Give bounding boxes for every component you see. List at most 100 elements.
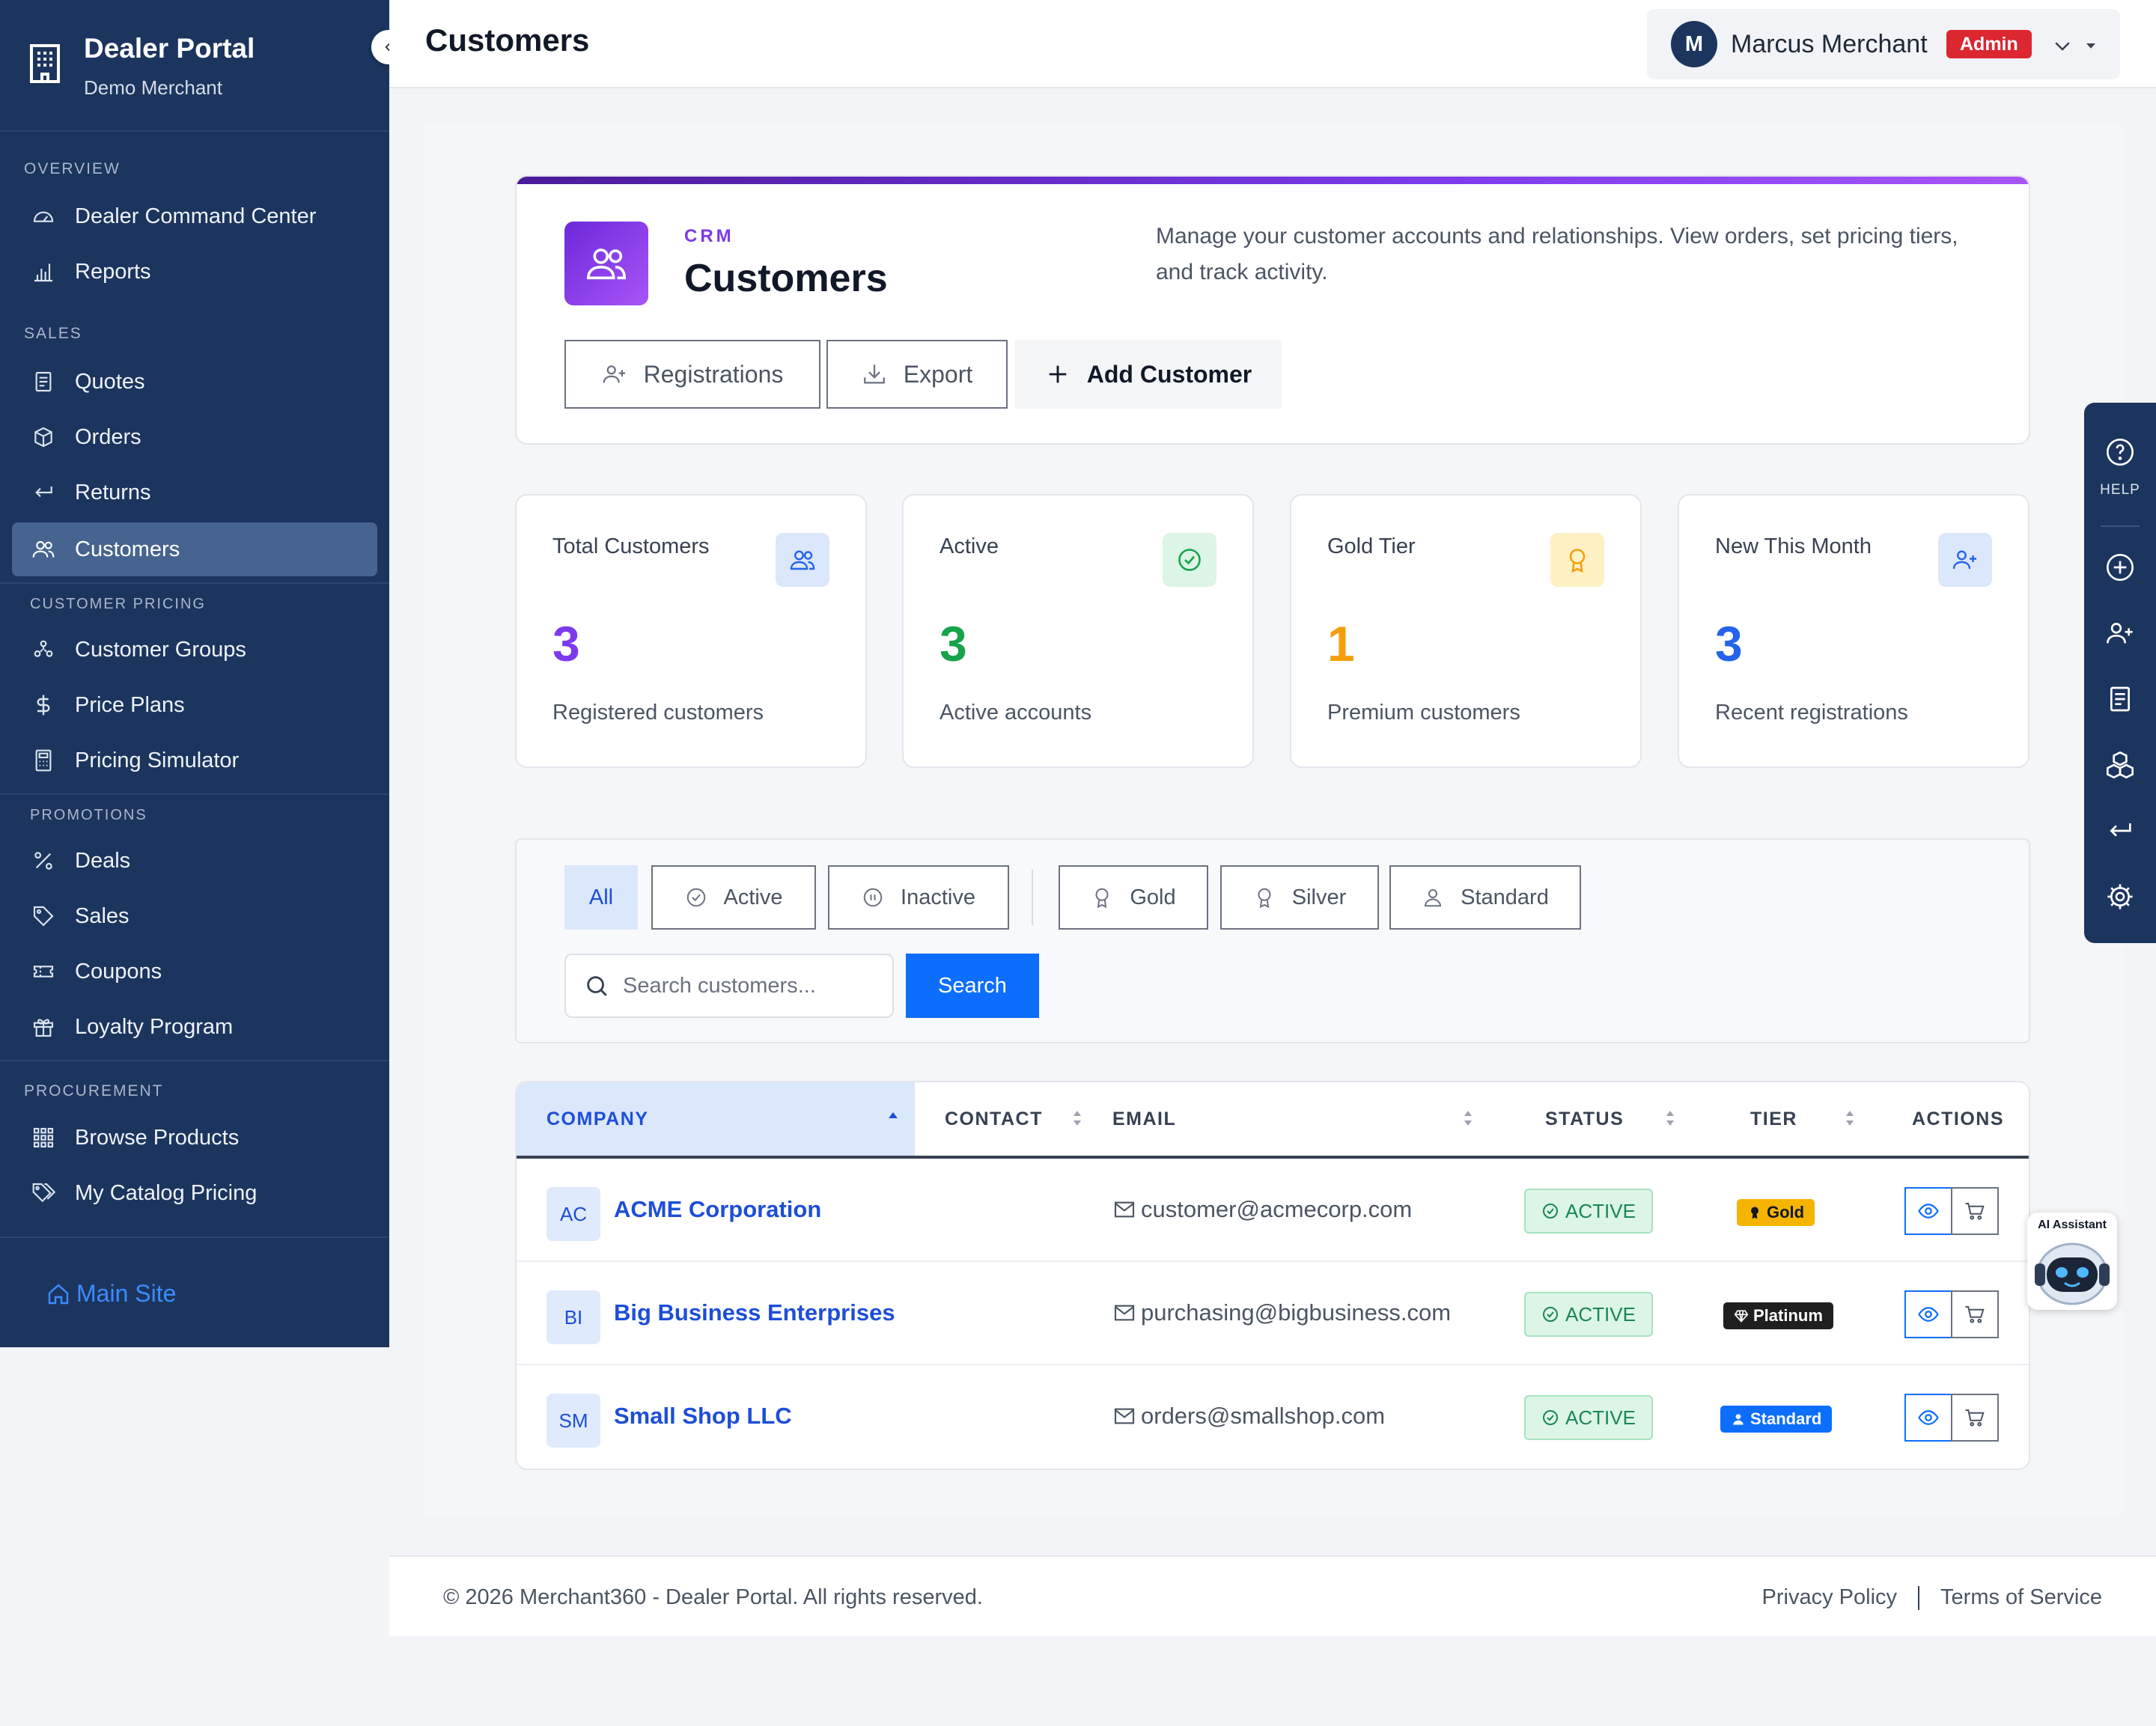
sidebar-item-label: Pricing Simulator	[75, 748, 240, 772]
sidebar-item-label: Price Plans	[75, 692, 185, 717]
filter-label: Silver	[1291, 885, 1347, 909]
sidebar-item-label: Returns	[75, 480, 151, 504]
top-header: Customers M Marcus Merchant Admin	[389, 0, 2156, 88]
hero-accent-bar	[517, 177, 2029, 184]
add-customer-label: Add Customer	[1086, 360, 1252, 388]
ai-assistant-button[interactable]: AI Assistant	[2027, 1213, 2117, 1310]
company-link[interactable]: Small Shop LLC	[614, 1403, 792, 1430]
chevron-down-icon	[2055, 42, 2070, 51]
sidebar-item-orders[interactable]: Orders	[12, 410, 377, 464]
sidebar: Dealer Portal Demo Merchant OVERVIEW Dea…	[0, 0, 389, 1347]
filter-silver-button[interactable]: Silver	[1220, 865, 1379, 930]
status-text: ACTIVE	[1565, 1406, 1636, 1429]
plus-circle-icon[interactable]	[2105, 552, 2135, 582]
stat-icon-tile	[1163, 533, 1216, 587]
cart-icon	[1965, 1203, 1985, 1220]
hero-eyebrow: CRM	[684, 226, 734, 246]
filter-all-button[interactable]: All	[564, 865, 638, 930]
sidebar-item-deals[interactable]: Deals	[12, 834, 377, 888]
dollar-icon	[37, 695, 50, 716]
company-link[interactable]: Big Business Enterprises	[614, 1299, 895, 1326]
hero-title: Customers	[684, 257, 888, 300]
tags-icon	[32, 1183, 55, 1203]
column-company[interactable]: COMPANY	[517, 1082, 915, 1156]
filter-bar: All Active Inactive Gold Silver Standard…	[515, 838, 2030, 1043]
column-tier[interactable]: TIER	[1750, 1082, 1870, 1156]
order-button[interactable]	[1951, 1290, 1999, 1338]
return-arrow-icon[interactable]	[2105, 816, 2135, 846]
sidebar-item-loyalty-program[interactable]: Loyalty Program	[12, 1000, 377, 1054]
sidebar-item-browse-products[interactable]: Browse Products	[12, 1111, 377, 1165]
return-arrow-icon	[35, 487, 52, 498]
users-icon	[587, 248, 626, 280]
bar-chart-icon	[34, 263, 52, 282]
column-status[interactable]: STATUS	[1545, 1082, 1695, 1156]
sidebar-item-returns[interactable]: Returns	[12, 466, 377, 519]
sidebar-item-dealer-command-center[interactable]: Dealer Command Center	[12, 189, 377, 243]
gauge-icon	[33, 211, 54, 222]
sidebar-divider	[0, 1060, 389, 1061]
sidebar-item-customers[interactable]: Customers	[12, 522, 377, 576]
sidebar-item-price-plans[interactable]: Price Plans	[12, 678, 377, 732]
search-input[interactable]	[623, 973, 892, 998]
sidebar-item-sales[interactable]: Sales	[12, 889, 377, 943]
boxes-icon[interactable]	[2105, 750, 2135, 780]
sort-icon	[1464, 1111, 1472, 1126]
filter-active-button[interactable]: Active	[651, 865, 816, 930]
sidebar-item-customer-groups[interactable]: Customer Groups	[12, 623, 377, 677]
privacy-policy-link[interactable]: Privacy Policy	[1762, 1585, 1898, 1610]
order-button[interactable]	[1951, 1187, 1999, 1235]
add-customer-button[interactable]: Add Customer	[1015, 340, 1282, 409]
help-icon[interactable]	[2105, 437, 2135, 467]
filter-inactive-button[interactable]: Inactive	[828, 865, 1009, 930]
filter-gold-button[interactable]: Gold	[1059, 865, 1208, 930]
view-button[interactable]	[1904, 1394, 1952, 1442]
company-link[interactable]: ACME Corporation	[614, 1196, 821, 1223]
ticket-icon	[33, 966, 54, 978]
sidebar-item-label: Deals	[75, 848, 131, 873]
user-menu[interactable]: M Marcus Merchant Admin	[1647, 9, 2120, 79]
page-title: Customers	[425, 22, 590, 58]
sidebar-item-pricing-simulator[interactable]: Pricing Simulator	[12, 734, 377, 787]
sidebar-item-label: Reports	[75, 259, 151, 284]
status-badge: ACTIVE	[1524, 1395, 1653, 1440]
column-label: TIER	[1750, 1108, 1797, 1129]
sidebar-item-quotes[interactable]: Quotes	[12, 355, 377, 409]
terms-of-service-link[interactable]: Terms of Service	[1940, 1585, 2102, 1610]
sidebar-item-label: Coupons	[75, 959, 162, 984]
page-footer: © 2026 Merchant360 - Dealer Portal. All …	[389, 1555, 2156, 1636]
sidebar-item-label: Orders	[75, 424, 141, 449]
view-button[interactable]	[1904, 1290, 1952, 1338]
main-site-link[interactable]: Main Site	[46, 1280, 176, 1308]
user-icon	[1733, 1414, 1744, 1425]
tier-text: Platinum	[1753, 1306, 1823, 1325]
user-plus-icon[interactable]	[2105, 618, 2135, 648]
registrations-button[interactable]: Registrations	[564, 340, 820, 409]
column-email[interactable]: EMAIL	[1112, 1082, 1487, 1156]
sidebar-item-my-catalog-pricing[interactable]: My Catalog Pricing	[12, 1166, 377, 1220]
eye-icon	[1918, 1307, 1939, 1322]
export-button[interactable]: Export	[826, 340, 1008, 409]
order-button[interactable]	[1951, 1394, 1999, 1442]
gear-icon[interactable]	[2105, 882, 2135, 912]
hero-card: CRM Customers Manage your customer accou…	[515, 175, 2030, 445]
user-name: Marcus Merchant	[1731, 30, 1928, 58]
sidebar-item-label: My Catalog Pricing	[75, 1180, 258, 1205]
view-button[interactable]	[1904, 1187, 1952, 1235]
search-field[interactable]	[564, 954, 894, 1018]
section-customer-pricing: CUSTOMER PRICING	[30, 596, 206, 612]
filter-label: Active	[723, 885, 783, 909]
sidebar-item-coupons[interactable]: Coupons	[12, 945, 377, 998]
user-plus-icon	[1952, 550, 1976, 570]
filter-standard-button[interactable]: Standard	[1389, 865, 1581, 930]
column-label: COMPANY	[546, 1108, 649, 1129]
status-badge: ACTIVE	[1524, 1189, 1653, 1233]
search-button[interactable]: Search	[906, 954, 1039, 1018]
avatar: M	[1671, 21, 1717, 67]
sidebar-item-reports[interactable]: Reports	[12, 245, 377, 299]
document-icon[interactable]	[2105, 684, 2135, 714]
stat-label: Total Customers	[552, 534, 710, 558]
email-text: purchasing@bigbusiness.com	[1141, 1299, 1452, 1326]
tier-badge: Platinum	[1723, 1302, 1833, 1329]
column-contact[interactable]: CONTACT	[945, 1082, 1094, 1156]
